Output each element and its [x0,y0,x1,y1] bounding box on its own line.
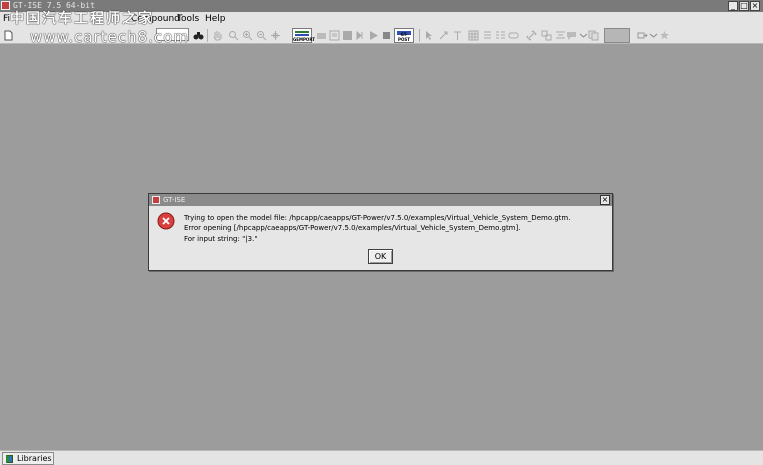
error-message-line-1: Trying to open the model file: /hpcapp/c… [184,214,571,222]
status-bar: Libraries [0,450,763,465]
gemport-icon-band [295,34,309,36]
gemport-button[interactable]: GEMPORT [292,28,315,43]
details-icon[interactable] [495,30,506,41]
binoculars-icon[interactable] [193,30,204,41]
select-arrow-icon[interactable] [424,30,435,41]
error-message-line-3: For input string: "|3." [184,235,258,243]
menu-help[interactable]: Help [205,12,226,27]
dialog-title: GT-ISE [163,196,186,204]
case-setup-icon[interactable] [329,30,340,41]
zoom-out-icon[interactable] [256,30,267,41]
step-icon[interactable] [355,30,366,41]
gtpost-label: GT-POST [398,32,410,42]
stop-icon[interactable] [381,30,392,41]
minimize-button[interactable]: _ [728,1,738,11]
ok-button[interactable]: OK [368,249,393,264]
menu-tools[interactable]: Tools [177,12,199,27]
toggle-icon[interactable] [508,30,519,41]
menu-file[interactable]: Fi [3,12,10,27]
toolbar-separator [207,29,208,42]
libraries-label: Libraries [17,454,52,463]
text-tool-icon[interactable] [452,30,463,41]
app-icon [1,1,10,10]
fit-view-icon[interactable] [270,30,281,41]
dialog-titlebar[interactable]: GT-ISE × [149,194,612,206]
run-icon[interactable] [368,30,379,41]
new-file-icon[interactable] [3,30,14,41]
libraries-tab[interactable]: Libraries [2,452,54,465]
dialog-close-button[interactable]: × [600,195,610,205]
chevron-down-icon[interactable] [648,30,659,41]
link-tool-icon[interactable] [438,30,449,41]
grid-icon[interactable] [468,30,479,41]
error-icon [157,212,175,230]
annotate-icon[interactable] [566,30,577,41]
arrange-icon[interactable] [541,30,552,41]
error-dialog: GT-ISE × Trying to open the model file: … [148,193,613,271]
star-icon[interactable] [659,30,670,41]
window-controls: _ □ × [728,1,760,11]
gemport-icon [295,31,309,33]
layout-toggle-button[interactable] [604,28,630,43]
gtpost-button[interactable]: GT-POST [394,28,414,43]
export-icon[interactable] [637,30,648,41]
watermark-chinese: 中国汽车工程师之家 [10,11,154,27]
libraries-icon [6,455,13,463]
close-button[interactable]: × [750,1,760,11]
dialog-app-icon [152,196,160,204]
pan-icon[interactable] [212,30,223,41]
zoom-icon[interactable] [228,30,239,41]
align-icon[interactable] [555,30,566,41]
maximize-button[interactable]: □ [739,1,749,11]
zoom-in-icon[interactable] [242,30,253,41]
build-icon[interactable] [316,30,327,41]
stop-square-icon[interactable] [342,30,353,41]
copy-icon[interactable] [588,30,599,41]
list-icon[interactable] [482,30,493,41]
error-message-line-2: Error opening [/hpcapp/caeapps/GT-Power/… [184,224,521,232]
chain-link-icon[interactable] [526,30,537,41]
toolbar-separator [419,29,420,42]
gemport-label: GEMPORT [293,37,315,42]
